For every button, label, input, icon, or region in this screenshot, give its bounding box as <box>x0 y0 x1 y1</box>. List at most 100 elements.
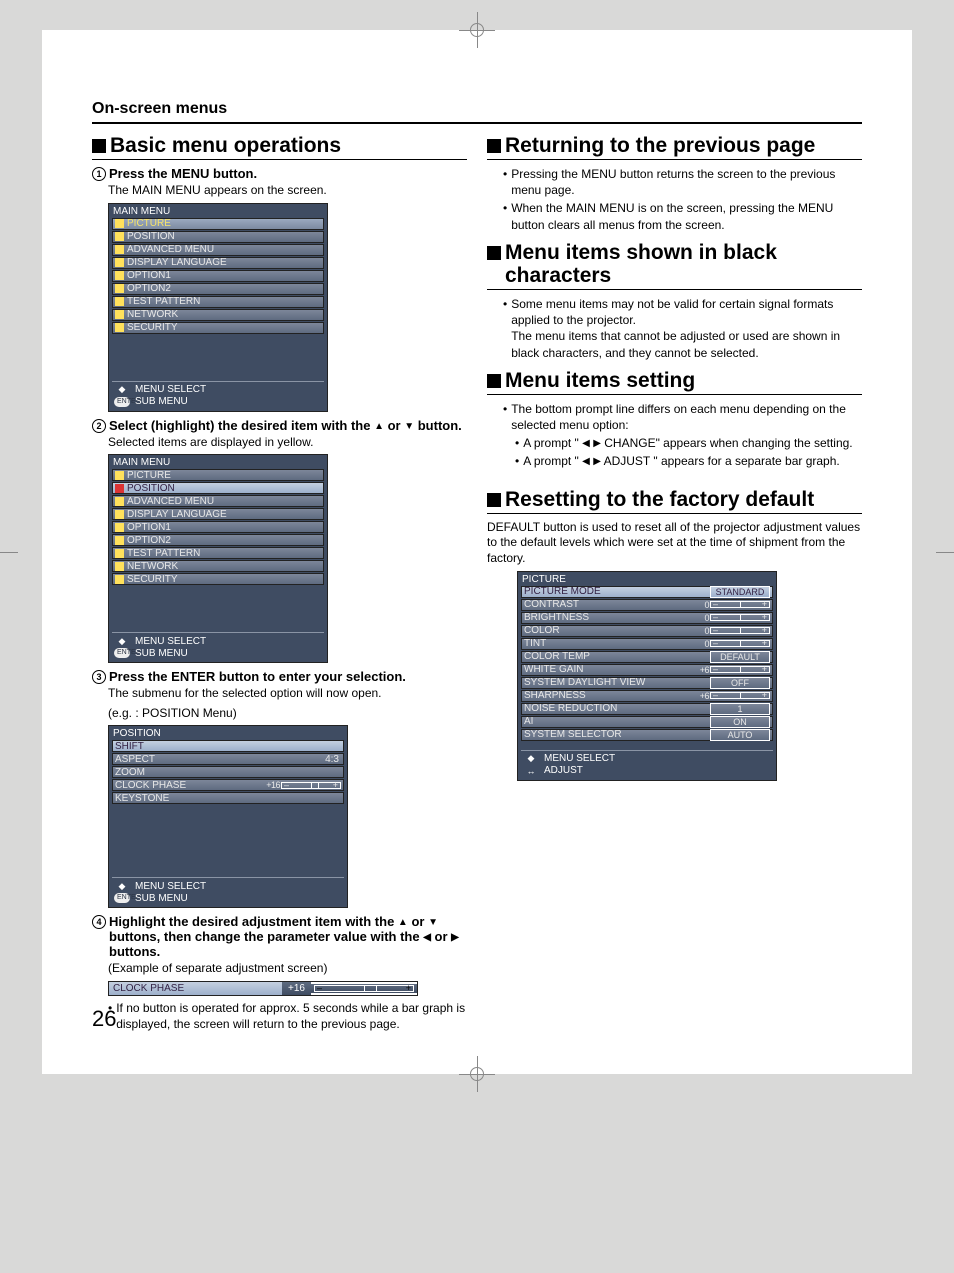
step-desc: The MAIN MENU appears on the screen. <box>108 183 467 199</box>
step-number-icon: 1 <box>92 167 106 181</box>
step-2: 2 Select (highlight) the desired item wi… <box>92 418 467 433</box>
section-title: Menu items setting <box>487 369 862 395</box>
osd-menu-item: TEST PATTERN <box>112 296 324 308</box>
osd-menu-item: CONTRAST0 <box>521 599 773 611</box>
step-1: 1 Press the MENU button. <box>92 166 467 181</box>
step-number-icon: 3 <box>92 670 106 684</box>
osd-menu-item: DISPLAY LANGUAGE <box>112 257 324 269</box>
osd-menu-item: ZOOM <box>112 766 344 778</box>
menu-item-icon <box>115 271 124 280</box>
osd-menu-item: NOISE REDUCTION1 <box>521 703 773 715</box>
left-arrow-icon: ◀ <box>423 932 431 943</box>
osd-footer: ◆MENU SELECT ENTERSUB MENU <box>112 381 324 411</box>
sub-bullet: A prompt " ◀ ▶ ADJUST " appears for a se… <box>515 453 862 469</box>
menu-item-icon <box>115 497 124 506</box>
square-icon <box>487 246 501 260</box>
step-desc: Selected items are displayed in yellow. <box>108 435 467 451</box>
down-arrow-icon: ▼ <box>404 421 414 432</box>
step-desc: The submenu for the selected option will… <box>108 686 467 702</box>
osd-menu-item: BRIGHTNESS0 <box>521 612 773 624</box>
step-desc: (Example of separate adjustment screen) <box>108 961 467 977</box>
left-arrow-icon: ◀ <box>582 456 590 467</box>
menu-item-icon <box>115 484 124 493</box>
adj-label: CLOCK PHASE <box>109 982 282 995</box>
reg-mark-icon <box>459 1056 495 1092</box>
step-4: 4 Highlight the desired adjustment item … <box>92 914 467 959</box>
square-icon <box>487 374 501 388</box>
osd-title: MAIN MENU <box>109 204 327 218</box>
osd-menu-item: ASPECT4:3 <box>112 753 344 765</box>
osd-menu-item: PICTURE <box>112 218 324 230</box>
osd-title: MAIN MENU <box>109 455 327 469</box>
left-arrow-icon: ◀ <box>582 438 590 449</box>
updown-icon: ◆ <box>114 881 130 892</box>
osd-position-menu: POSITION SHIFTASPECT4:3ZOOMCLOCK PHASE+1… <box>108 725 348 908</box>
osd-menu-item: POSITION <box>112 482 324 494</box>
menu-item-icon <box>115 471 124 480</box>
updown-icon: ◆ <box>114 636 130 647</box>
menu-item-icon <box>115 523 124 532</box>
osd-menu-item: COLOR0 <box>521 625 773 637</box>
osd-menu-item: SECURITY <box>112 322 324 334</box>
osd-menu-item: SYSTEM DAYLIGHT VIEWOFF <box>521 677 773 689</box>
osd-menu-item: POSITION <box>112 231 324 243</box>
osd-main-menu-1: MAIN MENU PICTUREPOSITIONADVANCED MENUDI… <box>108 203 328 412</box>
down-arrow-icon: ▼ <box>428 917 438 928</box>
osd-menu-item: OPTION2 <box>112 283 324 295</box>
osd-menu-item: DISPLAY LANGUAGE <box>112 508 324 520</box>
section-body: DEFAULT button is used to reset all of t… <box>487 520 862 567</box>
osd-footer: ◆MENU SELECT ENTERSUB MENU <box>112 632 324 662</box>
note-bullet: If no button is operated for approx. 5 s… <box>108 1000 467 1032</box>
osd-menu-item: SHIFT <box>112 740 344 752</box>
adj-value: +16 <box>282 982 311 995</box>
manual-page: On-screen menus Basic menu operations 1 … <box>42 30 912 1074</box>
reg-mark-icon <box>459 12 495 48</box>
square-icon <box>487 493 501 507</box>
menu-item-icon <box>115 297 124 306</box>
osd-footer: ◆MENU SELECT ↔ADJUST <box>521 750 773 780</box>
sub-bullet: A prompt " ◀ ▶ CHANGE" appears when chan… <box>515 435 862 451</box>
updown-icon: ◆ <box>523 753 539 764</box>
step-number-icon: 2 <box>92 419 106 433</box>
osd-title: PICTURE <box>518 572 776 586</box>
enter-icon: ENTER <box>114 648 130 658</box>
osd-main-menu-2: MAIN MENU PICTUREPOSITIONADVANCED MENUDI… <box>108 454 328 663</box>
osd-menu-item: NETWORK <box>112 560 324 572</box>
menu-item-icon <box>115 284 124 293</box>
enter-icon: ENTER <box>114 893 130 903</box>
osd-menu-item: SYSTEM SELECTORAUTO <box>521 729 773 741</box>
right-arrow-icon: ▶ <box>593 456 601 467</box>
slider-icon <box>314 985 414 992</box>
bullet: Pressing the MENU button returns the scr… <box>503 166 862 198</box>
bullet: The bottom prompt line differs on each m… <box>503 401 862 433</box>
slider-icon <box>710 692 770 699</box>
up-arrow-icon: ▲ <box>374 421 384 432</box>
menu-item-icon <box>115 536 124 545</box>
menu-item-icon <box>115 549 124 558</box>
right-arrow-icon: ▶ <box>593 438 601 449</box>
section-title: Basic menu operations <box>92 134 467 160</box>
slider-icon <box>710 666 770 673</box>
osd-menu-item: ADVANCED MENU <box>112 495 324 507</box>
osd-menu-item: PICTURE MODESTANDARD <box>521 586 773 598</box>
updown-icon: ◆ <box>114 384 130 395</box>
bullet: When the MAIN MENU is on the screen, pre… <box>503 200 862 232</box>
section-title-text: Basic menu operations <box>110 134 341 157</box>
square-icon <box>92 139 106 153</box>
square-icon <box>487 139 501 153</box>
section-title: Returning to the previous page <box>487 134 862 160</box>
menu-item-icon <box>115 258 124 267</box>
right-column: Returning to the previous page Pressing … <box>487 134 862 1034</box>
osd-menu-item: TEST PATTERN <box>112 547 324 559</box>
osd-menu-item: SECURITY <box>112 573 324 585</box>
osd-menu-item: OPTION1 <box>112 270 324 282</box>
osd-menu-item: COLOR TEMPDEFAULT <box>521 651 773 663</box>
osd-title: POSITION <box>109 726 347 740</box>
menu-item-icon <box>115 575 124 584</box>
menu-item-icon <box>115 232 124 241</box>
leftright-icon: ↔ <box>523 766 539 776</box>
osd-menu-item: ADVANCED MENU <box>112 244 324 256</box>
up-arrow-icon: ▲ <box>398 917 408 928</box>
page-number: 26 <box>92 1006 116 1032</box>
osd-menu-item: PICTURE <box>112 469 324 481</box>
